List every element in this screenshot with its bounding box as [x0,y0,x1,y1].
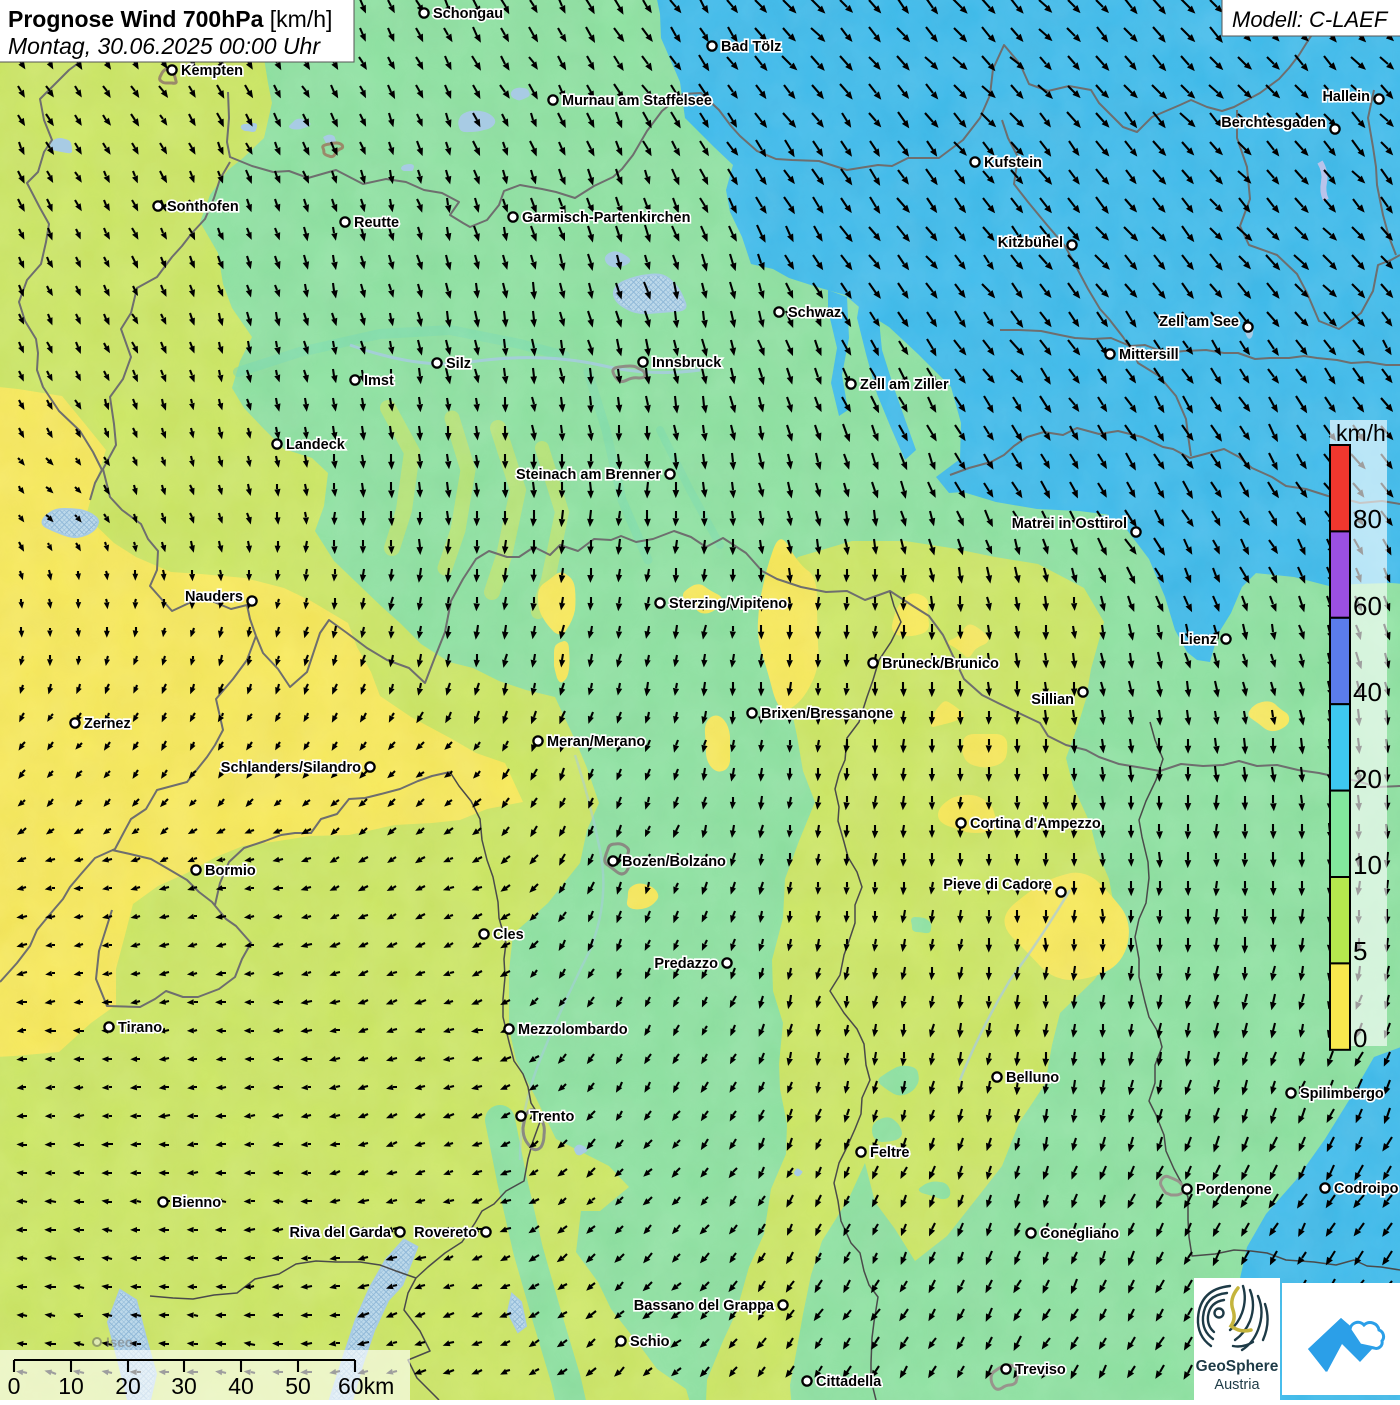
svg-text:0: 0 [8,1373,21,1399]
svg-text:Schongau: Schongau [433,6,503,22]
svg-text:Reutte: Reutte [354,215,399,231]
svg-text:Pordenone: Pordenone [1196,1182,1272,1198]
svg-text:Nauders: Nauders [185,589,243,605]
svg-text:km/h: km/h [1336,420,1386,446]
svg-text:Garmisch-Partenkirchen: Garmisch-Partenkirchen [522,210,690,226]
svg-text:Austria: Austria [1214,1377,1260,1393]
svg-text:50: 50 [285,1373,311,1399]
svg-text:Feltre: Feltre [870,1145,910,1161]
svg-text:Schlanders/Silandro: Schlanders/Silandro [221,760,361,776]
svg-text:Matrei in Osttirol: Matrei in Osttirol [1012,516,1127,532]
svg-text:Sonthofen: Sonthofen [167,199,239,215]
svg-text:Bozen/Bolzano: Bozen/Bolzano [622,854,726,870]
svg-text:Hallein: Hallein [1322,89,1370,105]
svg-text:40: 40 [228,1373,254,1399]
svg-text:Mezzolombardo: Mezzolombardo [518,1022,628,1038]
svg-text:Tirano: Tirano [118,1020,162,1036]
svg-text:Kitzbühel: Kitzbühel [998,235,1063,251]
svg-text:GeoSphere: GeoSphere [1196,1358,1279,1375]
svg-text:Lienz: Lienz [1180,632,1217,648]
svg-text:Cles: Cles [493,927,524,943]
svg-text:Predazzo: Predazzo [654,956,718,972]
svg-text:Codroipo: Codroipo [1334,1181,1399,1197]
svg-text:Brixen/Bressanone: Brixen/Bressanone [761,706,893,722]
svg-text:Bassano del Grappa: Bassano del Grappa [634,1298,775,1314]
svg-text:0: 0 [1353,1023,1367,1053]
svg-text:Imst: Imst [364,373,394,389]
svg-text:Zell am Ziller: Zell am Ziller [860,377,949,393]
svg-text:40: 40 [1353,677,1382,707]
svg-text:Zell am See: Zell am See [1159,314,1239,330]
svg-text:Berchtesgaden: Berchtesgaden [1221,115,1326,131]
svg-text:Spilimbergo: Spilimbergo [1300,1086,1384,1102]
svg-text:Bruneck/Brunico: Bruneck/Brunico [882,656,999,672]
svg-text:Modell: C-LAEF: Modell: C-LAEF [1232,7,1389,32]
svg-text:Montag, 30.06.2025 00:00 Uhr: Montag, 30.06.2025 00:00 Uhr [8,33,321,59]
svg-text:60km: 60km [338,1373,394,1399]
svg-text:20: 20 [115,1373,141,1399]
svg-text:Cittadella: Cittadella [816,1374,882,1390]
svg-text:Prognose Wind 700hPa [km/h]: Prognose Wind 700hPa [km/h] [8,6,332,32]
svg-text:Kempten: Kempten [181,63,243,79]
svg-text:Cortina d'Ampezzo: Cortina d'Ampezzo [970,816,1101,832]
svg-text:Iseo: Iseo [106,1335,133,1350]
svg-text:60: 60 [1353,591,1382,621]
svg-text:Schio: Schio [630,1334,670,1350]
svg-text:Riva del Garda: Riva del Garda [289,1225,391,1241]
svg-text:Kufstein: Kufstein [984,155,1042,171]
svg-text:Mittersill: Mittersill [1119,347,1179,363]
svg-text:Steinach am Brenner: Steinach am Brenner [516,467,661,483]
svg-text:Landeck: Landeck [286,437,346,453]
svg-text:10: 10 [1353,850,1382,880]
svg-text:Pieve di Cadore: Pieve di Cadore [943,877,1052,893]
svg-text:Belluno: Belluno [1006,1070,1059,1086]
svg-text:Rovereto: Rovereto [414,1225,477,1241]
svg-text:10: 10 [58,1373,84,1399]
svg-text:5: 5 [1353,936,1367,966]
svg-text:30: 30 [171,1373,197,1399]
svg-text:80: 80 [1353,504,1382,534]
svg-text:20: 20 [1353,764,1382,794]
svg-text:Bienno: Bienno [172,1195,221,1211]
svg-text:Treviso: Treviso [1015,1362,1066,1378]
svg-text:Trento: Trento [530,1109,574,1125]
svg-text:Murnau am Staffelsee: Murnau am Staffelsee [562,93,712,109]
svg-text:Meran/Merano: Meran/Merano [547,734,645,750]
svg-text:Zernez: Zernez [84,716,131,732]
svg-text:Bormio: Bormio [205,863,256,879]
svg-text:Bad Tölz: Bad Tölz [721,39,781,55]
svg-text:Sillian: Sillian [1031,692,1074,708]
svg-text:Schwaz: Schwaz [788,305,841,321]
svg-text:Innsbruck: Innsbruck [652,355,722,371]
svg-text:Sterzing/Vipiteno: Sterzing/Vipiteno [669,596,787,612]
svg-text:Conegliano: Conegliano [1040,1226,1119,1242]
svg-text:Silz: Silz [446,356,471,372]
